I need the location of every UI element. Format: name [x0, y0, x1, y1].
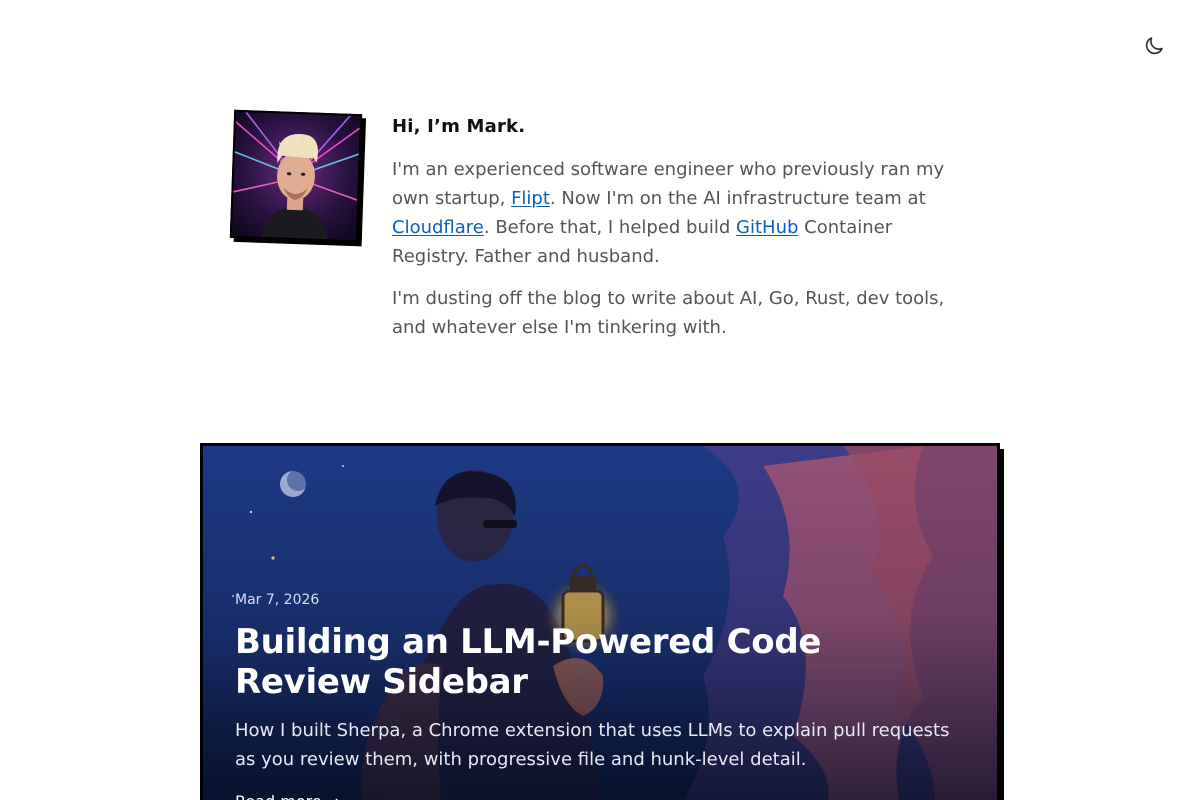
flipt-link[interactable]: Flipt	[511, 188, 550, 209]
github-link[interactable]: GitHub	[736, 217, 798, 238]
read-more-label: Read more	[235, 792, 322, 800]
read-more-link[interactable]: Read more →	[235, 792, 340, 800]
post-date: Mar 7, 2026	[235, 592, 320, 608]
avatar-frame	[229, 109, 367, 247]
blog-intro-paragraph: I'm dusting off the blog to write about …	[392, 288, 945, 338]
bio-text-2: . Now I'm on the AI infrastructure team …	[549, 188, 926, 209]
bio-text-3: . Before that, I helped build	[483, 217, 737, 238]
intro-text: Hi, I’m Mark. I'm an experienced softwar…	[392, 110, 972, 342]
post-title[interactable]: Building an LLM-Powered Code Review Side…	[235, 622, 955, 702]
card-content: Mar 7, 2026 Building an LLM-Powered Code…	[235, 592, 955, 800]
arrow-right-icon: →	[327, 792, 340, 800]
post-description: How I built Sherpa, a Chrome extension t…	[235, 720, 950, 770]
greeting-heading: Hi, I’m Mark.	[392, 116, 526, 137]
moon-icon	[1145, 37, 1163, 55]
page: Hi, I’m Mark. I'm an experienced softwar…	[0, 0, 1200, 800]
card-body: Mar 7, 2026 Building an LLM-Powered Code…	[200, 443, 1000, 800]
avatar	[229, 109, 363, 243]
theme-toggle-button[interactable]	[1142, 34, 1166, 58]
featured-post-card[interactable]: Mar 7, 2026 Building an LLM-Powered Code…	[200, 443, 1004, 800]
avatar-portrait	[231, 111, 361, 241]
bio-paragraph: I'm an experienced software engineer who…	[392, 155, 972, 271]
cloudflare-link[interactable]: Cloudflare	[392, 217, 484, 238]
